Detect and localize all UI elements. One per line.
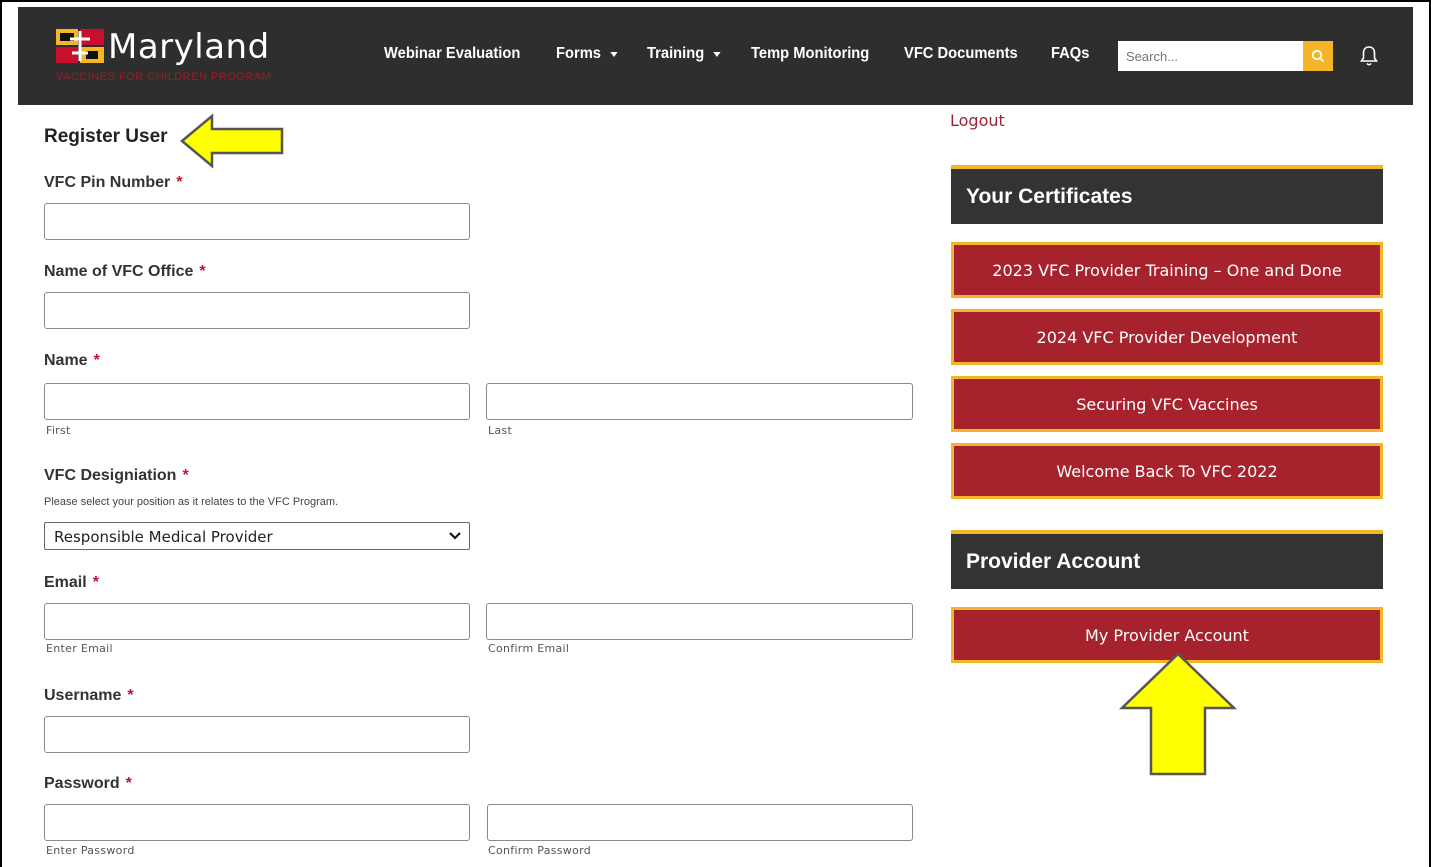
chevron-down-icon — [449, 532, 461, 540]
last-name-input[interactable] — [486, 383, 913, 420]
password-sublabel: Enter Password — [46, 844, 135, 857]
confirm-email-input[interactable] — [486, 603, 913, 640]
certificate-button-welcome-back[interactable]: Welcome Back To VFC 2022 — [951, 443, 1383, 499]
up-arrow-annotation-icon — [1118, 652, 1238, 776]
nav-faqs[interactable]: FAQs — [1051, 45, 1089, 63]
pin-input[interactable] — [44, 203, 470, 240]
nav-forms[interactable]: Forms — [556, 45, 618, 63]
logout-link[interactable]: Logout — [950, 111, 1005, 130]
designation-select[interactable]: Responsible Medical Provider — [44, 522, 470, 550]
password-label: Password * — [44, 775, 132, 792]
confirm-password-input[interactable] — [487, 804, 913, 841]
first-name-input[interactable] — [44, 383, 470, 420]
office-label: Name of VFC Office * — [44, 263, 206, 280]
search-input[interactable] — [1118, 41, 1303, 71]
first-name-sublabel: First — [46, 424, 71, 437]
logo-subtitle: VACCINES FOR CHILDREN PROGRAM — [56, 71, 272, 83]
page-title: Register User — [44, 126, 168, 147]
search-button[interactable] — [1303, 41, 1333, 71]
designation-description: Please select your position as it relate… — [44, 496, 339, 508]
last-name-sublabel: Last — [488, 424, 513, 437]
confirm-email-sublabel: Confirm Email — [488, 642, 570, 655]
nav-training[interactable]: Training — [647, 45, 721, 63]
left-arrow-annotation-icon — [180, 113, 284, 169]
certificates-heading: Your Certificates — [951, 165, 1383, 224]
nav-vfc-documents[interactable]: VFC Documents — [904, 45, 1018, 63]
chevron-down-icon — [610, 51, 618, 57]
certificate-button-2024-development[interactable]: 2024 VFC Provider Development — [951, 309, 1383, 365]
pin-label: VFC Pin Number * — [44, 174, 183, 191]
maryland-flag-icon — [56, 29, 104, 63]
search-box — [1118, 41, 1333, 71]
search-icon — [1311, 49, 1325, 63]
provider-account-heading: Provider Account — [951, 530, 1383, 589]
designation-selected-value: Responsible Medical Provider — [54, 528, 273, 546]
email-label: Email * — [44, 574, 99, 591]
nav-webinar-evaluation[interactable]: Webinar Evaluation — [384, 45, 520, 63]
certificate-button-securing-vaccines[interactable]: Securing VFC Vaccines — [951, 376, 1383, 432]
logo-text: Maryland — [108, 27, 270, 67]
name-label: Name * — [44, 352, 100, 369]
username-input[interactable] — [44, 716, 470, 753]
bell-icon[interactable] — [1358, 44, 1380, 68]
office-input[interactable] — [44, 292, 470, 329]
site-header: Maryland VACCINES FOR CHILDREN PROGRAM W… — [18, 7, 1413, 105]
designation-label: VFC Designiation * — [44, 467, 189, 484]
site-logo[interactable]: Maryland VACCINES FOR CHILDREN PROGRAM — [56, 25, 306, 95]
email-input[interactable] — [44, 603, 470, 640]
certificate-button-2023-training[interactable]: 2023 VFC Provider Training – One and Don… — [951, 242, 1383, 298]
email-sublabel: Enter Email — [46, 642, 113, 655]
nav-temp-monitoring[interactable]: Temp Monitoring — [751, 45, 869, 63]
username-label: Username * — [44, 687, 134, 704]
chevron-down-icon — [713, 51, 721, 57]
password-input[interactable] — [44, 804, 470, 841]
main-nav: Webinar Evaluation Forms Training Temp M… — [384, 43, 1117, 65]
confirm-password-sublabel: Confirm Password — [488, 844, 592, 857]
